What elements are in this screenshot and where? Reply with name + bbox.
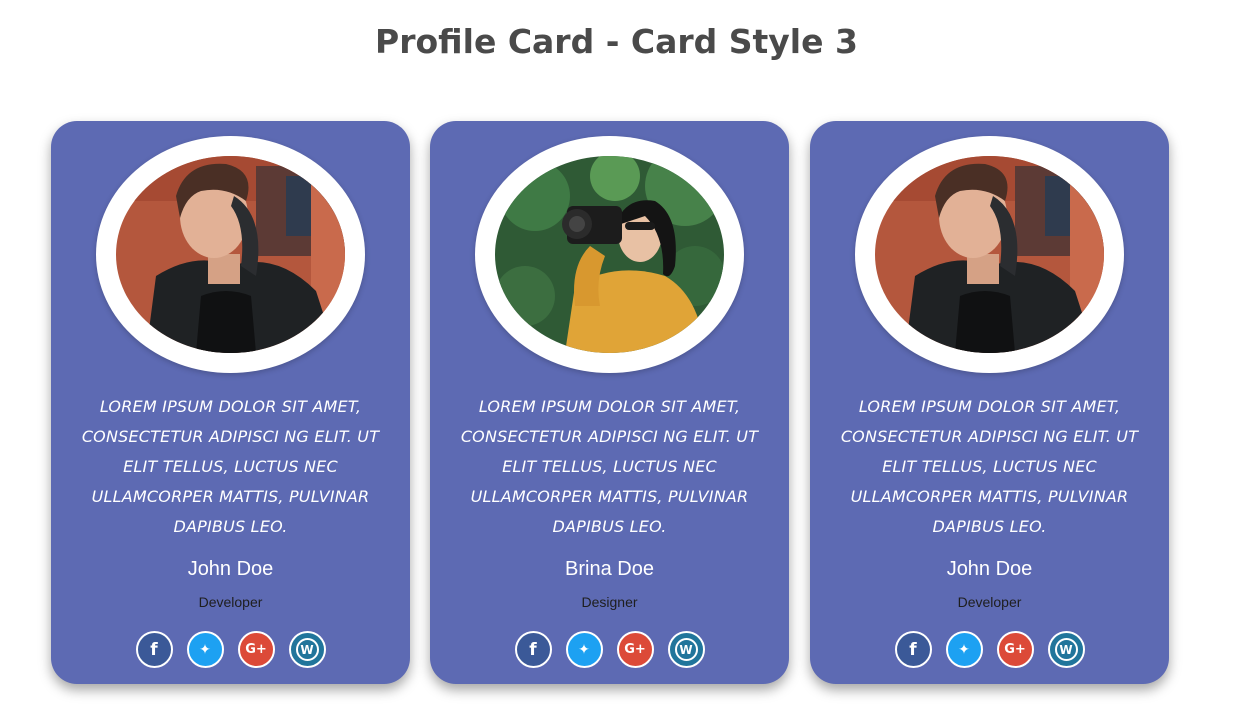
profile-quote: Lorem ipsum dolor sit amet, consectetur … <box>81 397 380 536</box>
social-links: f ✦ G+ W <box>810 631 1169 668</box>
profile-card: Lorem ipsum dolor sit amet, consectetur … <box>51 121 410 684</box>
profile-card: Lorem ipsum dolor sit amet, consectetur … <box>810 121 1169 684</box>
google-plus-icon[interactable]: G+ <box>996 631 1034 668</box>
facebook-icon[interactable]: f <box>135 631 173 668</box>
profile-name: John Doe <box>187 558 274 580</box>
wordpress-glyph: W <box>295 638 319 661</box>
profile-role: Developer <box>957 594 1022 610</box>
twitter-icon[interactable]: ✦ <box>945 631 983 668</box>
wordpress-icon[interactable]: W <box>288 631 326 668</box>
avatar <box>875 156 1104 353</box>
profile-role: Developer <box>198 594 263 610</box>
facebook-icon[interactable]: f <box>514 631 552 668</box>
avatar-frame <box>96 136 365 373</box>
avatar-frame <box>855 136 1124 373</box>
profile-photo <box>495 156 724 353</box>
wordpress-icon[interactable]: W <box>667 631 705 668</box>
twitter-icon[interactable]: ✦ <box>565 631 603 668</box>
profile-photo <box>116 156 345 353</box>
avatar-frame <box>475 136 744 373</box>
wordpress-glyph: W <box>1054 638 1078 661</box>
profile-quote: Lorem ipsum dolor sit amet, consectetur … <box>460 397 759 536</box>
social-links: f ✦ G+ W <box>430 631 789 668</box>
wordpress-icon[interactable]: W <box>1047 631 1085 668</box>
wordpress-glyph: W <box>674 638 698 661</box>
profile-photo <box>875 156 1104 353</box>
profile-name: Brina Doe <box>565 558 654 580</box>
facebook-icon[interactable]: f <box>894 631 932 668</box>
page-title: Profile Card - Card Style 3 <box>375 22 858 61</box>
avatar <box>116 156 345 353</box>
avatar <box>495 156 724 353</box>
profile-name: John Doe <box>946 558 1033 580</box>
twitter-icon[interactable]: ✦ <box>186 631 224 668</box>
profile-role: Designer <box>581 594 638 610</box>
google-plus-icon[interactable]: G+ <box>616 631 654 668</box>
social-links: f ✦ G+ W <box>51 631 410 668</box>
profile-quote: Lorem ipsum dolor sit amet, consectetur … <box>840 397 1139 536</box>
profile-card: Lorem ipsum dolor sit amet, consectetur … <box>430 121 789 684</box>
google-plus-icon[interactable]: G+ <box>237 631 275 668</box>
